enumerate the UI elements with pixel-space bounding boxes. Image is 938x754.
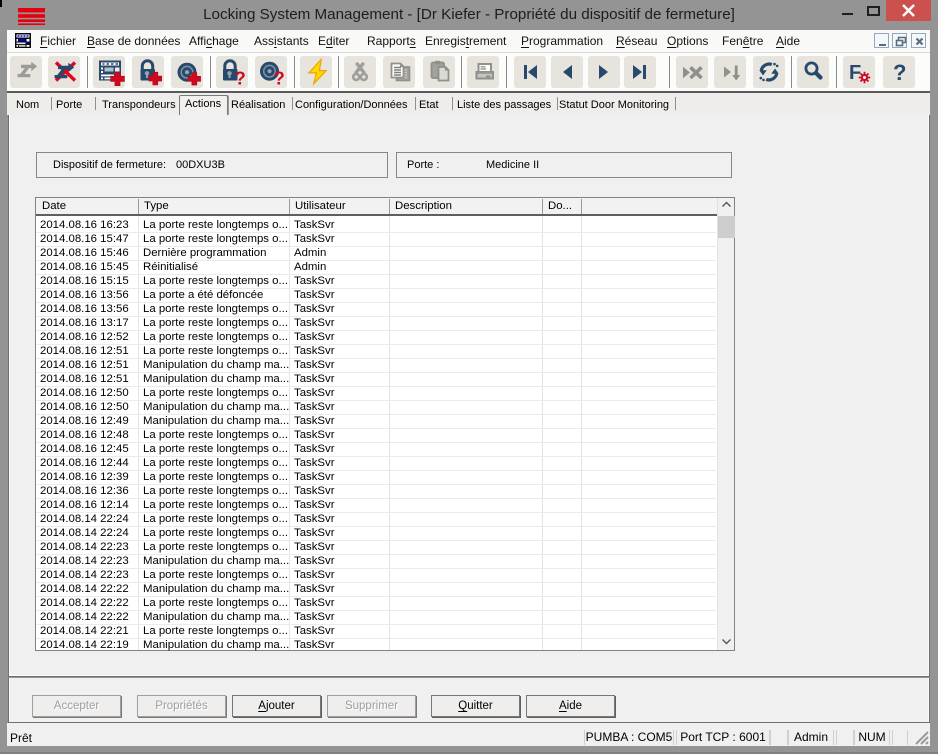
svg-text:?: ? xyxy=(274,68,285,89)
svg-text:?: ? xyxy=(235,68,246,89)
svg-text:F: F xyxy=(849,62,861,84)
svg-text:?: ? xyxy=(893,60,906,85)
